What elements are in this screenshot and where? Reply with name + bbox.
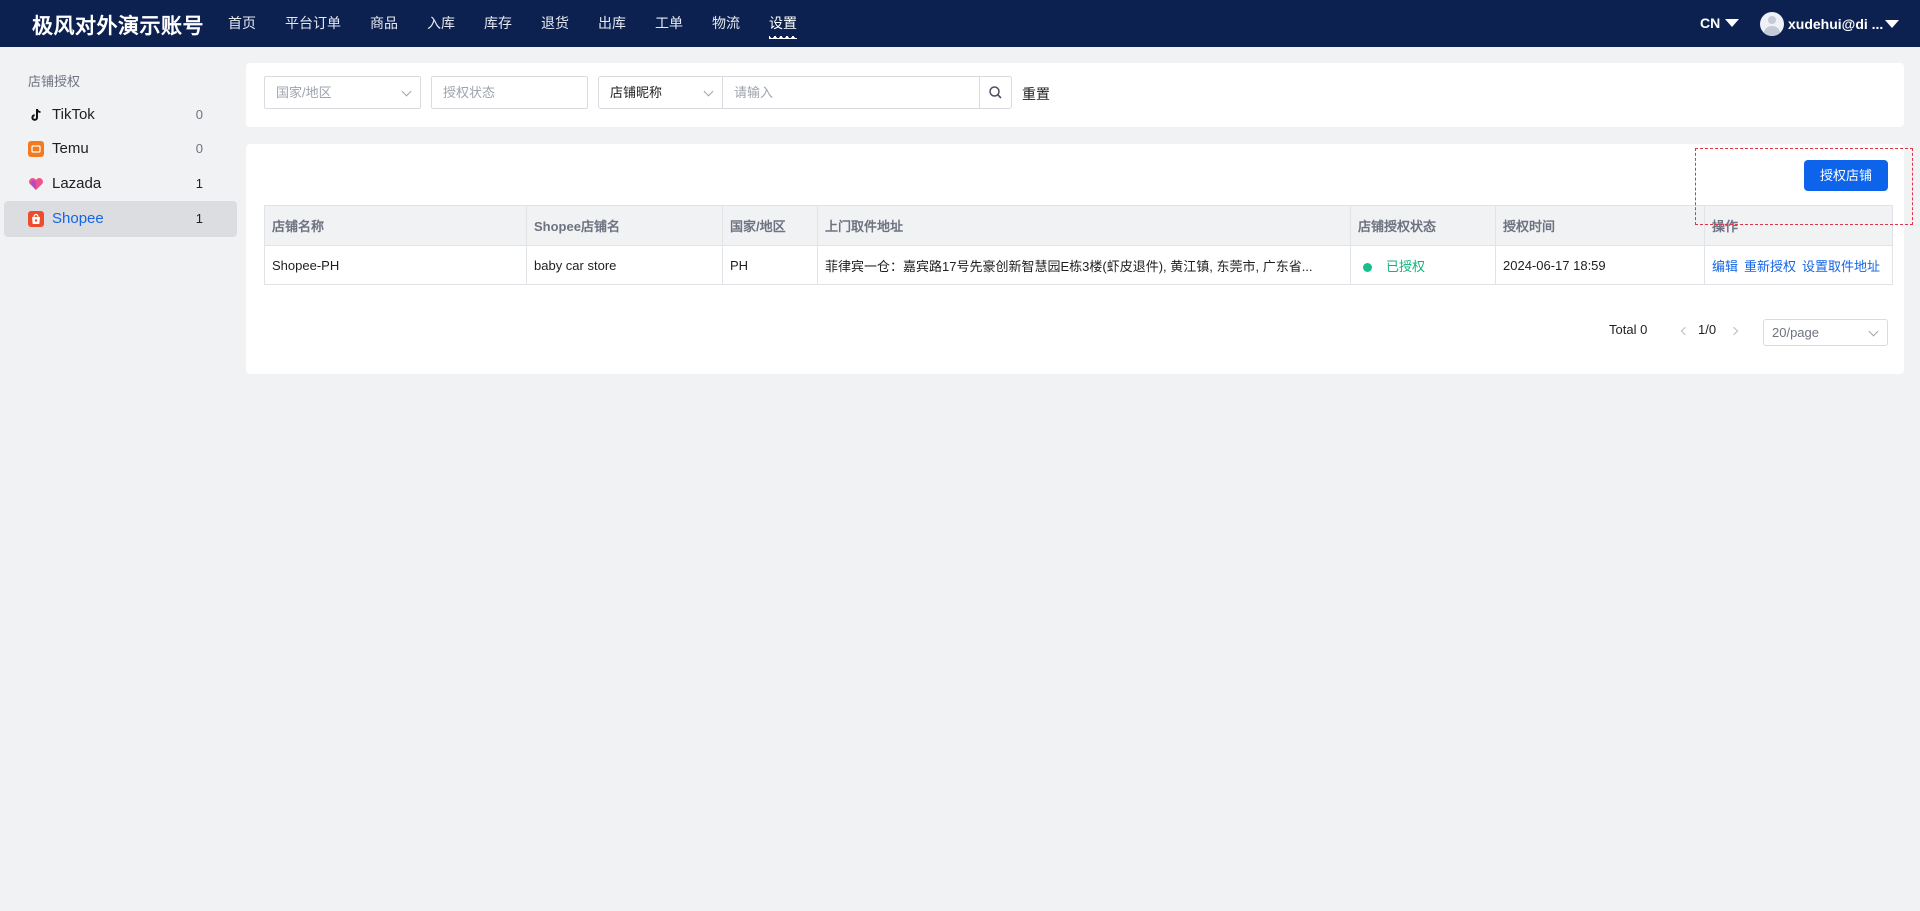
account-brand: 极风对外演示账号 — [32, 15, 204, 38]
search-field-value: 店铺昵称 — [610, 85, 663, 100]
auth-status-placeholder: 授权状态 — [443, 85, 496, 100]
top-navigation-bar: 极风对外演示账号 首页 平台订单 商品 入库 库存 退货 出库 工单 物流 设置… — [0, 0, 1920, 47]
table-row: Shopee-PH baby car store PH 菲律宾一仓：嘉宾路17号… — [264, 245, 1893, 285]
page-size-select[interactable]: 20/page — [1763, 319, 1888, 346]
page-size-value: 20/page — [1772, 325, 1819, 340]
shopee-icon — [28, 211, 44, 227]
chevron-down-icon — [1868, 326, 1879, 337]
user-name: xudehui@di ... — [1788, 16, 1884, 32]
sidebar-item-tiktok[interactable]: TikTok 0 — [4, 97, 237, 133]
user-menu[interactable]: xudehui@di ... — [1760, 12, 1900, 36]
sidebar-item-shopee[interactable]: Shopee 1 — [4, 201, 237, 237]
nav-outbound[interactable]: 出库 — [598, 0, 626, 47]
search-icon — [989, 86, 1002, 99]
cell-shopee-name: baby car store — [526, 245, 723, 285]
set-pickup-address-link[interactable]: 设置取件地址 — [1802, 259, 1880, 274]
pagination-total: Total 0 — [1609, 322, 1648, 337]
nav-inventory[interactable]: 库存 — [484, 0, 512, 47]
sidebar-item-label: TikTok — [52, 106, 95, 123]
search-input-placeholder: 请输入 — [734, 85, 774, 100]
country-select[interactable]: 国家/地区 — [264, 76, 421, 109]
nav-products[interactable]: 商品 — [370, 0, 398, 47]
sidebar-item-count: 1 — [195, 211, 203, 226]
language-switcher[interactable]: CN — [1700, 15, 1740, 31]
caret-down-icon — [1725, 19, 1740, 27]
cell-actions: 编辑 重新授权 设置取件地址 — [1704, 245, 1893, 285]
tiktok-icon — [28, 107, 44, 123]
sidebar-item-count: 0 — [195, 141, 203, 156]
sidebar-item-count: 0 — [195, 107, 203, 122]
sidebar-item-label: Shopee — [52, 210, 104, 227]
avatar — [1760, 12, 1784, 36]
search-field-select[interactable]: 店铺昵称 — [598, 76, 723, 109]
nav-platform-orders[interactable]: 平台订单 — [285, 0, 341, 47]
column-header-country: 国家/地区 — [722, 205, 818, 246]
language-label: CN — [1700, 15, 1721, 31]
cell-pickup-address: 菲律宾一仓：嘉宾路17号先豪创新智慧园E栋3楼(虾皮退件), 黄江镇, 东莞市,… — [817, 245, 1351, 285]
status-badge: 已授权 — [1386, 258, 1426, 274]
auth-status-input[interactable]: 授权状态 — [431, 76, 588, 109]
nav-inbound[interactable]: 入库 — [427, 0, 455, 47]
lazada-icon — [28, 176, 44, 192]
column-header-store-name: 店铺名称 — [264, 205, 527, 246]
caret-down-icon — [1885, 20, 1900, 28]
country-select-placeholder: 国家/地区 — [276, 85, 332, 100]
column-header-actions: 操作 — [1704, 205, 1893, 246]
chevron-down-icon — [703, 86, 714, 97]
cell-auth-time: 2024-06-17 18:59 — [1495, 245, 1705, 285]
cell-auth-status: 已授权 — [1350, 245, 1496, 285]
sidebar-item-label: Lazada — [52, 175, 102, 192]
column-header-shopee-name: Shopee店铺名 — [526, 205, 723, 246]
reset-button[interactable]: 重置 — [1022, 84, 1050, 104]
reauthorize-link[interactable]: 重新授权 — [1744, 259, 1796, 274]
search-button[interactable] — [979, 76, 1012, 109]
nav-home[interactable]: 首页 — [228, 0, 256, 47]
cell-country: PH — [722, 245, 818, 285]
status-dot-icon — [1363, 262, 1372, 272]
sidebar-title: 店铺授权 — [28, 74, 81, 89]
store-table: 店铺名称 Shopee店铺名 国家/地区 上门取件地址 店铺授权状态 授权时间 … — [264, 205, 1893, 285]
temu-icon — [28, 141, 44, 157]
sidebar-item-count: 1 — [195, 176, 203, 191]
cell-store-name: Shopee-PH — [264, 245, 527, 285]
column-header-auth-status: 店铺授权状态 — [1350, 205, 1496, 246]
nav-returns[interactable]: 退货 — [541, 0, 569, 47]
authorize-store-button[interactable]: 授权店铺 — [1804, 160, 1888, 191]
nav-settings[interactable]: 设置 — [769, 0, 797, 47]
nav-logistics[interactable]: 物流 — [712, 0, 740, 47]
sidebar-item-label: Temu — [52, 140, 89, 157]
edit-link[interactable]: 编辑 — [1712, 259, 1738, 274]
sidebar-item-temu[interactable]: Temu 0 — [4, 131, 237, 167]
main-nav: 首页 平台订单 商品 入库 库存 退货 出库 工单 物流 设置 — [228, 0, 826, 47]
nav-tickets[interactable]: 工单 — [655, 0, 683, 47]
table-header-row: 店铺名称 Shopee店铺名 国家/地区 上门取件地址 店铺授权状态 授权时间 … — [264, 205, 1893, 246]
column-header-pickup-address: 上门取件地址 — [817, 205, 1351, 246]
sidebar-item-lazada[interactable]: Lazada 1 — [4, 166, 237, 202]
chevron-down-icon — [401, 86, 412, 97]
search-input[interactable]: 请输入 — [722, 76, 980, 109]
pagination-page: 1/0 — [1698, 322, 1717, 337]
column-header-auth-time: 授权时间 — [1495, 205, 1705, 246]
